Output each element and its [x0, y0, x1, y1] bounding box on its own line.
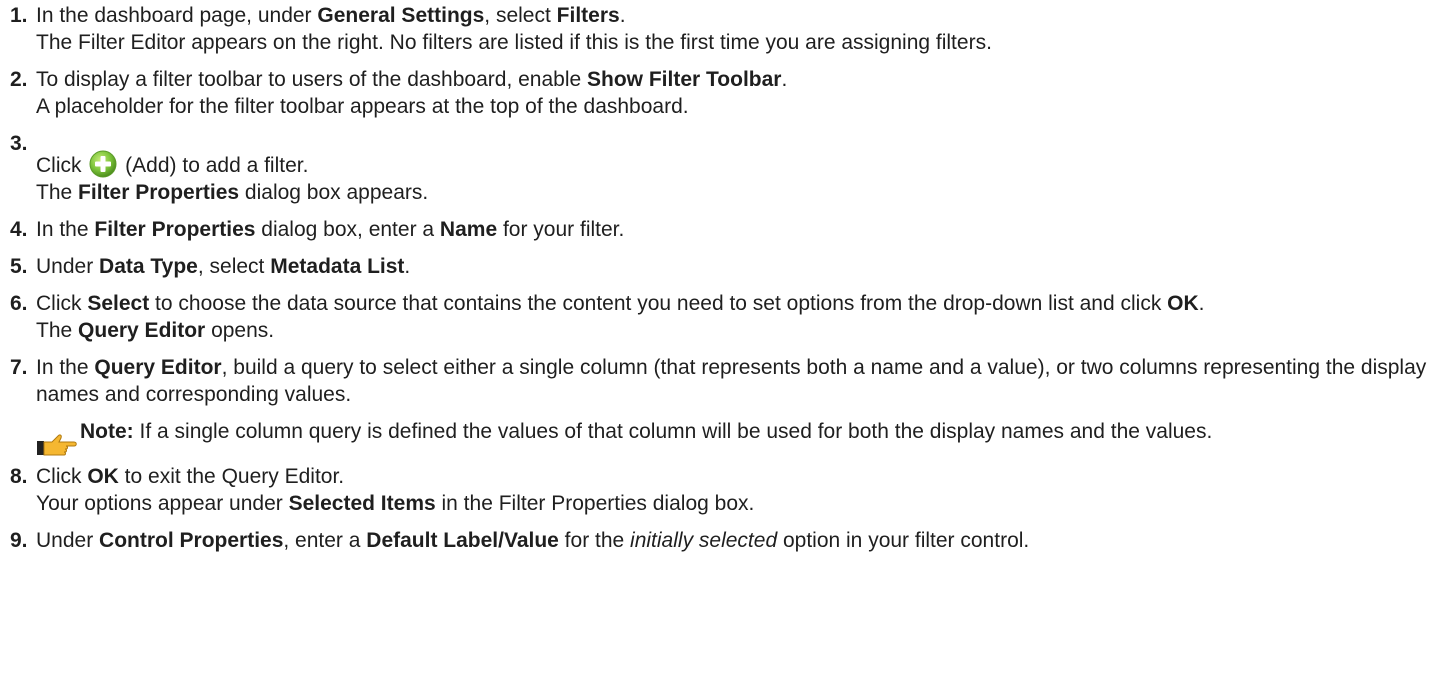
step-result: Your options appear under Selected Items… [36, 490, 1432, 517]
step-number: 4. [10, 218, 28, 241]
note-label: Note: [80, 420, 134, 443]
step-text: in the Filter Properties dialog box. [435, 492, 755, 515]
procedure-page: 1. In the dashboard page, under General S… [0, 0, 1432, 694]
step-text: . [619, 4, 626, 27]
step-text: , build a query to select either a singl… [36, 356, 1427, 406]
step-result: The Filter Editor appears on the right. … [36, 29, 1432, 56]
add-icon [89, 150, 117, 178]
step-instruction: Under Data Type, select Metadata List. [36, 253, 1432, 280]
step-spacer [0, 344, 1432, 354]
bold-term: Name [439, 218, 498, 241]
step-number: 2. [10, 68, 28, 91]
step-text: A placeholder for the filter toolbar app… [36, 95, 689, 118]
step-text: Click [36, 465, 88, 488]
bold-term: Selected Items [288, 492, 436, 515]
step-5: 5. Under Data Type, select Metadata List. [0, 253, 1432, 280]
step-text: To display a filter toolbar to users of … [36, 68, 588, 91]
bold-term: General Settings [317, 4, 485, 27]
step-text: to exit the Query Editor. [118, 465, 345, 488]
step-3: 3. Click (Add) to add a filter. The Filter… [0, 130, 1432, 206]
step-text: Your options appear under [36, 492, 289, 515]
step-text: for your filter. [497, 218, 625, 241]
step-instruction: To display a filter toolbar to users of … [36, 66, 1432, 93]
step-1: 1. In the dashboard page, under General S… [0, 2, 1432, 56]
step-text: (Add) to add a filter. [119, 154, 309, 177]
step-spacer [0, 56, 1432, 66]
step-text: Under [36, 255, 100, 278]
step-8: 8. Click OK to exit the Query Editor. Your… [0, 463, 1432, 517]
step-text: In the [36, 356, 95, 379]
step-number: 9. [10, 529, 28, 552]
bold-term: Metadata List [270, 255, 405, 278]
step-text: In the [36, 218, 95, 241]
step-9: 9. Under Control Properties, enter a Defa… [0, 527, 1432, 554]
bold-term: Show Filter Toolbar [587, 68, 782, 91]
bold-term: Query Editor [78, 319, 206, 342]
step-text: Click [36, 154, 88, 177]
step-instruction: Under Control Properties, enter a Defaul… [36, 527, 1432, 554]
step-text: The Filter Editor appears on the right. … [36, 31, 992, 54]
step-text: The [36, 181, 79, 204]
step-text: , enter a [283, 529, 367, 552]
step-result: The Query Editor opens. [36, 317, 1432, 344]
step-text: Click [36, 292, 88, 315]
step-spacer [0, 517, 1432, 527]
step-text: . [1198, 292, 1205, 315]
bold-term: Filter Properties [78, 181, 240, 204]
bold-term: Filter Properties [94, 218, 256, 241]
bold-term: Control Properties [99, 529, 284, 552]
step-text: dialog box appears. [239, 181, 429, 204]
step-number: 3. [10, 132, 28, 155]
pointing-hand-icon [37, 434, 77, 456]
step-spacer [0, 445, 1432, 463]
note-callout: Note: If a single column query is define… [36, 418, 1432, 456]
step-instruction: Click (Add) to add a filter. [36, 150, 1432, 179]
step-text: . [781, 68, 788, 91]
step-spacer [0, 280, 1432, 290]
step-number: 5. [10, 255, 28, 278]
step-text: , select [197, 255, 271, 278]
step-text: to choose the data source that contains … [149, 292, 1168, 315]
step-spacer [0, 206, 1432, 216]
step-text: option in your filter control. [777, 529, 1030, 552]
step-instruction: In the Query Editor, build a query to se… [36, 354, 1432, 408]
step-6: 6. Click Select to choose the data source… [0, 290, 1432, 344]
step-spacer [0, 120, 1432, 130]
bold-term: Default Label/Value [366, 529, 559, 552]
bold-term: OK [87, 465, 119, 488]
step-result: A placeholder for the filter toolbar app… [36, 93, 1432, 120]
step-7: 7. In the Query Editor, build a query to … [0, 354, 1432, 456]
step-text: Under [36, 529, 100, 552]
step-instruction: Click OK to exit the Query Editor. [36, 463, 1432, 490]
step-instruction: In the dashboard page, under General Set… [36, 2, 1432, 29]
step-text: , select [484, 4, 557, 27]
bold-term: Data Type [99, 255, 198, 278]
note-text: If a single column query is defined the … [133, 420, 1213, 443]
bold-term: Filters [556, 4, 620, 27]
italic-term: initially selected [630, 529, 778, 552]
step-text: The [36, 319, 79, 342]
step-result: The Filter Properties dialog box appears… [36, 179, 1432, 206]
step-spacer [0, 243, 1432, 253]
step-2: 2. To display a filter toolbar to users o… [0, 66, 1432, 120]
step-text: dialog box, enter a [255, 218, 440, 241]
step-number: 7. [10, 356, 28, 379]
step-text: . [404, 255, 411, 278]
steps-list: 1. In the dashboard page, under General S… [0, 2, 1432, 554]
step-number: 6. [10, 292, 28, 315]
step-number: 1. [10, 4, 28, 27]
step-text: In the dashboard page, under [36, 4, 318, 27]
bold-term: OK [1167, 292, 1199, 315]
step-number: 8. [10, 465, 28, 488]
step-text: opens. [205, 319, 275, 342]
step-4: 4. In the Filter Properties dialog box, e… [0, 216, 1432, 243]
step-instruction: Click Select to choose the data source t… [36, 290, 1432, 317]
step-instruction: In the Filter Properties dialog box, ent… [36, 216, 1432, 243]
bold-term: Select [87, 292, 150, 315]
step-text: for the [558, 529, 631, 552]
bold-term: Query Editor [94, 356, 222, 379]
